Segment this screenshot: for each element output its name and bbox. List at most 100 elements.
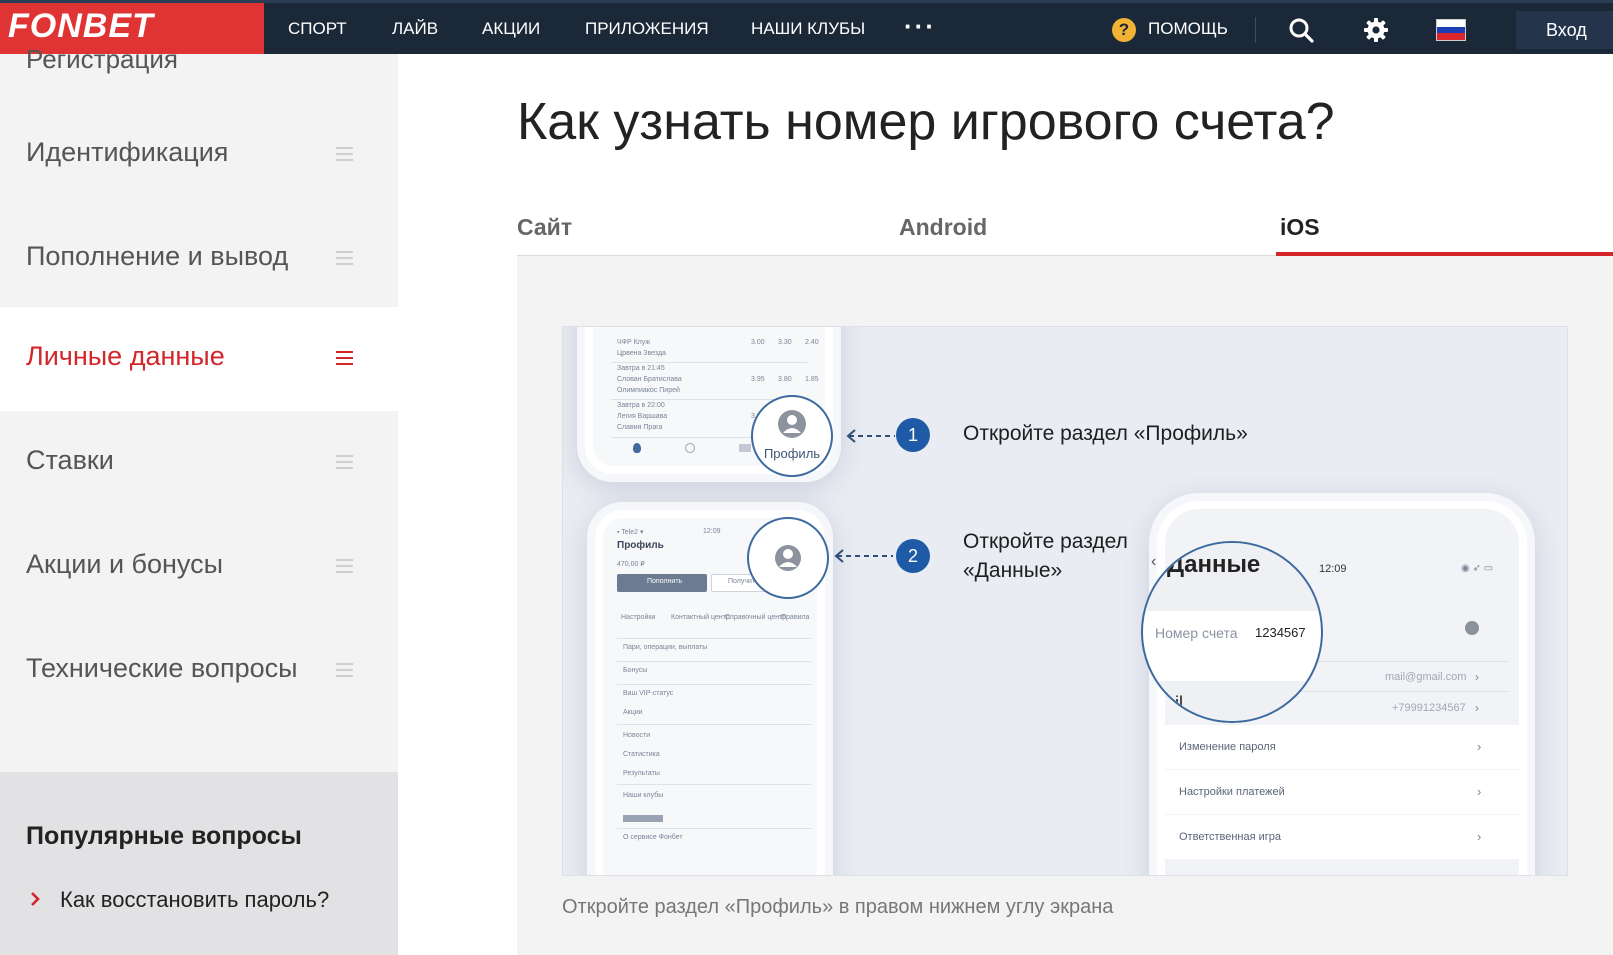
- mini-text: Легия Варшава: [617, 413, 668, 420]
- list-icon: [336, 351, 353, 369]
- status-time: 12:09: [703, 528, 721, 535]
- sidebar-item-technical-questions[interactable]: Технические вопросы: [0, 619, 398, 723]
- status-icons: ◉ ➶ ▭: [1461, 563, 1494, 574]
- sidebar-item-label: Пополнение и вывод: [26, 241, 289, 271]
- chevron-right-icon: ›: [1477, 739, 1482, 754]
- nav-promotions[interactable]: АКЦИИ: [482, 19, 540, 39]
- mini-row: Наши клубы: [623, 792, 664, 799]
- sidebar-item-label: Акции и бонусы: [26, 549, 224, 579]
- sidebar-item-label: Ставки: [26, 445, 114, 475]
- tab-site[interactable]: Сайт: [517, 214, 572, 241]
- mini-row: Статистика: [623, 751, 660, 758]
- nav-apps[interactable]: ПРИЛОЖЕНИЯ: [585, 19, 709, 39]
- chevron-right-icon: ›: [1477, 784, 1482, 799]
- mini-odd: 3.30: [778, 339, 792, 346]
- chevron-right-icon: [31, 892, 40, 906]
- popular-questions-section: Популярные вопросы Как восстановить паро…: [0, 772, 398, 955]
- logo-text: FONBET: [8, 7, 154, 45]
- nav-our-clubs[interactable]: НАШИ КЛУБЫ: [751, 19, 865, 39]
- mini-badge: [623, 815, 663, 822]
- image-caption: Откройте раздел «Профиль» в правом нижне…: [562, 896, 1114, 918]
- nav-sport[interactable]: СПОРТ: [288, 19, 347, 39]
- email-value: mail@gmail.com: [1385, 671, 1467, 683]
- tab-android[interactable]: Android: [899, 214, 987, 241]
- dashed-arrow-left-icon: [846, 429, 895, 443]
- mini-text: Црвена Звезда: [617, 350, 666, 357]
- sidebar-item-personal-data[interactable]: Личные данные: [0, 307, 398, 411]
- sidebar-item-deposit-withdrawal[interactable]: Пополнение и вывод: [0, 207, 398, 311]
- sidebar-item-identification[interactable]: Идентификация: [0, 103, 398, 207]
- instruction-illustration: ЧФР Клуж Црвена Звезда 3.00 3.30 2.40 За…: [562, 326, 1568, 876]
- tab-ios[interactable]: iOS: [1280, 214, 1320, 241]
- profile-label: Профиль: [763, 446, 821, 461]
- mini-text: Олимпиакос Пирей: [617, 387, 680, 394]
- profile-icon-zoom-circle: [747, 517, 829, 599]
- chevron-right-icon: ›: [1477, 829, 1482, 844]
- help-sidebar: Регистрация Идентификация Пополнение и в…: [0, 44, 398, 955]
- chevron-right-icon: ›: [1475, 670, 1479, 684]
- search-icon[interactable]: [1288, 17, 1314, 43]
- mini-tile: Справочный центр: [725, 614, 787, 621]
- mini-balance: 470,00 ₽: [617, 561, 645, 568]
- step-number-2: 2: [896, 539, 930, 573]
- chevron-right-icon: ›: [1475, 701, 1479, 715]
- login-button[interactable]: Вход: [1516, 11, 1613, 49]
- divider: [617, 784, 811, 785]
- mini-tile: Настройки: [621, 614, 656, 621]
- mini-odd: 3.95: [751, 376, 765, 383]
- sidebar-item-promotions-bonuses[interactable]: Акции и бонусы: [0, 515, 398, 619]
- mini-row: О сервисе Фонбет: [623, 834, 683, 841]
- mini-odd: 3.00: [751, 339, 765, 346]
- help-link[interactable]: ПОМОЩЬ: [1148, 19, 1228, 39]
- help-icon[interactable]: ?: [1112, 18, 1136, 42]
- divider: [617, 828, 811, 829]
- mini-deposit-button: Пополнить: [617, 574, 707, 592]
- phone-value: +79991234567: [1392, 702, 1466, 714]
- mini-odd: 2.40: [805, 339, 819, 346]
- mini-row: Новости: [623, 732, 651, 739]
- divider: [611, 362, 807, 363]
- nav-live[interactable]: ЛАЙВ: [392, 19, 438, 39]
- mini-row: Акции: [623, 709, 643, 716]
- mini-row: Пари, операции, выплаты: [623, 644, 708, 651]
- step-2-text: Откройте раздел «Данные»: [963, 527, 1128, 585]
- sidebar-item-label: Технические вопросы: [26, 653, 298, 683]
- sidebar-item-label: Личные данные: [26, 341, 225, 371]
- gear-icon[interactable]: [1363, 17, 1389, 43]
- mini-profile-title: Профиль: [617, 540, 664, 551]
- divider: [617, 724, 811, 725]
- mini-row: Ваш VIP-статус: [623, 690, 674, 697]
- sidebar-item-registration-partial[interactable]: Регистрация: [26, 44, 178, 75]
- clock-icon: [685, 443, 695, 453]
- menu-row-payment-settings: Настройки платежей ›: [1165, 770, 1519, 814]
- step-number-1: 1: [896, 418, 930, 452]
- mini-text: ЧФР Клуж: [617, 339, 651, 346]
- user-icon: [778, 410, 806, 438]
- popular-questions-title: Популярные вопросы: [26, 822, 302, 850]
- divider: [617, 684, 811, 685]
- email-label-partial: ail: [1165, 693, 1184, 713]
- step-2-text-line1: Откройте раздел: [963, 530, 1128, 553]
- account-number-zoom-circle: Данные Номер счета 1234567 ail: [1141, 541, 1323, 723]
- more-menu-icon[interactable]: ···: [904, 11, 936, 42]
- mini-text: Завтра в 22:00: [617, 402, 665, 409]
- check-icon: [1465, 621, 1479, 635]
- mini-odd: 1.85: [805, 376, 819, 383]
- russia-flag-icon[interactable]: [1436, 19, 1466, 41]
- mini-text: Завтра в 21:45: [617, 365, 665, 372]
- list-icon: [336, 455, 353, 473]
- step-1-text: Откройте раздел «Профиль»: [963, 422, 1248, 445]
- sidebar-item-bets[interactable]: Ставки: [0, 411, 398, 515]
- mini-tile: Правила: [781, 614, 810, 621]
- back-chevron-icon: ‹: [1151, 553, 1157, 570]
- divider: [617, 638, 811, 639]
- popular-question-link[interactable]: Как восстановить пароль?: [60, 884, 360, 915]
- mini-row: Бонусы: [623, 667, 648, 674]
- status-time: 12:09: [1319, 563, 1347, 575]
- user-icon: [775, 545, 801, 571]
- menu-row-responsible-game: Ответственная игра ›: [1165, 815, 1519, 859]
- account-number: 1234567: [1255, 625, 1306, 640]
- header-divider: [1255, 17, 1256, 43]
- sidebar-item-label: Идентификация: [26, 137, 229, 167]
- mini-tile: Контактный центр: [671, 614, 730, 621]
